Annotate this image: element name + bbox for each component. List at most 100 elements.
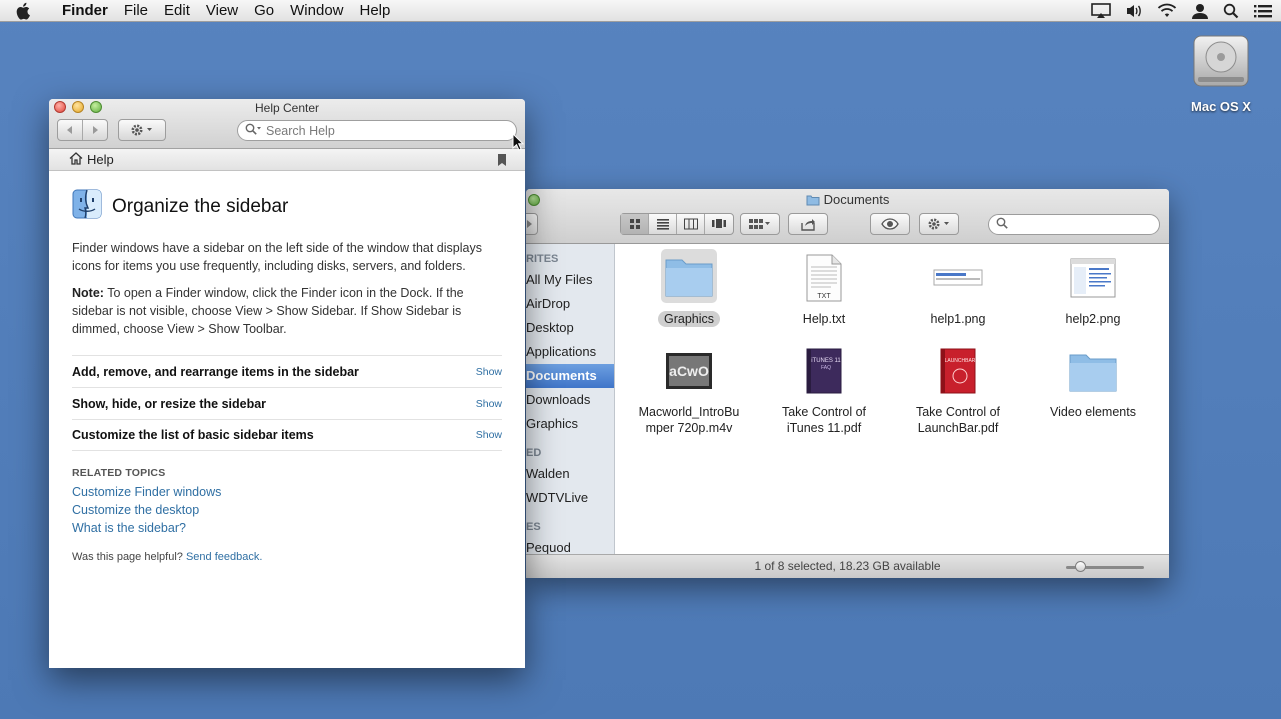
sidebar-item-graphics[interactable]: Graphics (526, 412, 614, 436)
sidebar-item-applications[interactable]: Applications (526, 340, 614, 364)
sidebar-heading-favorites: RITES (526, 253, 559, 265)
user-icon[interactable] (1191, 3, 1209, 19)
sidebar-heading-devices: ES (526, 521, 541, 533)
coverflow-view-button[interactable] (705, 214, 733, 234)
file-item-help-txt[interactable]: TXT Help.txt (757, 249, 891, 327)
help-home-link[interactable]: Help (69, 151, 114, 168)
sidebar-item-walden[interactable]: Walden (526, 462, 614, 486)
article-intro: Finder windows have a sidebar on the lef… (72, 241, 482, 273)
finder-title-text: Documents (823, 192, 890, 207)
file-name-line2: iTunes 11.pdf (786, 421, 862, 435)
folder-icon (806, 194, 820, 209)
menu-help[interactable]: Help (352, 0, 399, 22)
sidebar-item-all-my-files[interactable]: All My Files (526, 268, 614, 292)
menu-go[interactable]: Go (246, 0, 282, 22)
svg-text:aCwO: aCwO (669, 363, 709, 379)
article-title: Organize the sidebar (112, 196, 289, 217)
bookmark-icon[interactable] (497, 153, 507, 170)
mouse-cursor-icon (512, 132, 525, 154)
finder-toolbar: Documents (526, 189, 1169, 244)
task-row[interactable]: Show, hide, or resize the sidebar Show (72, 387, 502, 419)
sidebar-item-downloads[interactable]: Downloads (526, 388, 614, 412)
task-show-link[interactable]: Show (476, 398, 502, 410)
task-row[interactable]: Customize the list of basic sidebar item… (72, 419, 502, 451)
finder-status-bar: 1 of 8 selected, 18.23 GB available (526, 554, 1169, 578)
view-mode-segmented (620, 213, 734, 235)
task-show-link[interactable]: Show (476, 429, 502, 441)
article-note: Note: To open a Finder window, click the… (72, 284, 502, 338)
finder-window: Documents RITES All My Files AirDrop Des… (526, 189, 1169, 578)
video-file-icon: aCwO (622, 342, 756, 400)
desktop-drive[interactable]: Mac OS X (1185, 30, 1257, 114)
send-feedback-link[interactable]: Send feedback. (186, 551, 262, 563)
forward-button[interactable] (526, 213, 538, 235)
quick-look-button[interactable] (870, 213, 910, 235)
action-gear-button[interactable] (118, 119, 166, 141)
help-center-window: Help Center Help (49, 99, 525, 668)
notification-center-icon[interactable] (1253, 3, 1273, 19)
home-icon (69, 151, 83, 168)
finder-face-icon (72, 189, 102, 225)
related-link-customize-finder[interactable]: Customize Finder windows (72, 483, 502, 501)
related-link-customize-desktop[interactable]: Customize the desktop (72, 501, 502, 519)
sidebar-item-wdtvlive[interactable]: WDTVLive (526, 486, 614, 510)
back-forward-buttons (57, 119, 108, 141)
file-item-macworld-video[interactable]: aCwO Macworld_IntroBu mper 720p.m4v (622, 342, 756, 436)
menu-view[interactable]: View (198, 0, 246, 22)
sidebar-item-pequod[interactable]: Pequod (526, 536, 614, 554)
file-item-launchbar-pdf[interactable]: LAUNCHBAR Take Control of LaunchBar.pdf (891, 342, 1025, 436)
svg-text:TXT: TXT (817, 293, 831, 300)
image-file-icon (1026, 249, 1160, 307)
share-button[interactable] (788, 213, 828, 235)
column-view-button[interactable] (677, 214, 705, 234)
menu-window[interactable]: Window (282, 0, 351, 22)
related-link-what-is-sidebar[interactable]: What is the sidebar? (72, 519, 502, 537)
sidebar-item-desktop[interactable]: Desktop (526, 316, 614, 340)
help-search-field[interactable] (237, 120, 517, 141)
finder-content: Graphics TXT Help.txt help1.png help2.pn… (616, 244, 1169, 554)
wifi-icon[interactable] (1157, 3, 1177, 19)
action-gear-button[interactable] (919, 213, 959, 235)
help-nav-bar: Help (49, 149, 525, 171)
task-row[interactable]: Add, remove, and rearrange items in the … (72, 355, 502, 387)
file-item-help2-png[interactable]: help2.png (1026, 249, 1160, 327)
volume-icon[interactable] (1125, 3, 1143, 19)
arrange-button[interactable] (740, 213, 780, 235)
file-item-itunes-pdf[interactable]: iTUNES 11 FAQ Take Control of iTunes 11.pd… (757, 342, 891, 436)
search-icon (245, 123, 261, 138)
spotlight-icon[interactable] (1223, 3, 1239, 19)
file-name-line1: Take Control of (915, 405, 1001, 419)
article-heading: Organize the sidebar (72, 189, 502, 225)
file-name-line1: Macworld_IntroBu (638, 405, 740, 419)
menu-file[interactable]: File (116, 0, 156, 22)
file-name: help2.png (1065, 312, 1121, 326)
menu-app-name[interactable]: Finder (54, 0, 116, 22)
finder-search-field[interactable] (988, 214, 1160, 235)
airplay-icon[interactable] (1091, 3, 1111, 19)
status-text: 1 of 8 selected, 18.23 GB available (754, 559, 941, 573)
icon-size-slider-knob[interactable] (1075, 561, 1086, 572)
help-search-input[interactable] (266, 123, 496, 138)
menu-edit[interactable]: Edit (156, 0, 198, 22)
file-name: Video elements (1050, 405, 1136, 419)
task-show-link[interactable]: Show (476, 366, 502, 378)
back-button[interactable] (58, 120, 83, 140)
task-title: Show, hide, or resize the sidebar (72, 396, 267, 411)
file-item-video-elements[interactable]: Video elements (1026, 342, 1160, 420)
task-title: Add, remove, and rearrange items in the … (72, 364, 359, 379)
text-document-icon: TXT (757, 249, 891, 307)
svg-text:iTUNES 11: iTUNES 11 (811, 358, 841, 364)
apple-menu-icon[interactable] (16, 2, 40, 20)
file-item-help1-png[interactable]: help1.png (891, 249, 1025, 327)
note-text: To open a Finder window, click the Finde… (72, 286, 464, 336)
sidebar-item-documents[interactable]: Documents (526, 364, 614, 388)
sidebar-item-airdrop[interactable]: AirDrop (526, 292, 614, 316)
forward-button[interactable] (83, 120, 107, 140)
icon-view-button[interactable] (621, 214, 649, 234)
help-article: Organize the sidebar Finder windows have… (72, 189, 502, 563)
feedback-question: Was this page helpful? (72, 551, 183, 563)
folder-icon (661, 249, 717, 303)
folder-icon (1026, 342, 1160, 400)
list-view-button[interactable] (649, 214, 677, 234)
file-item-graphics[interactable]: Graphics (622, 249, 756, 327)
